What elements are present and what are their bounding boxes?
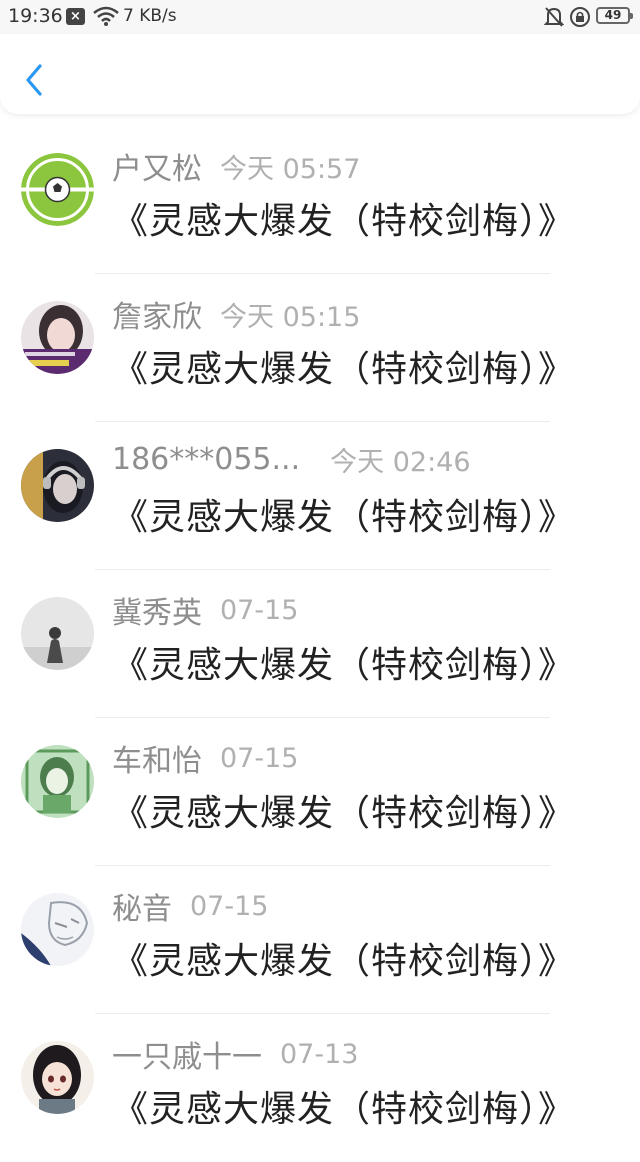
item-title: 《灵感大爆发（特校剑梅）》: [112, 793, 576, 834]
user-name: 秘音: [112, 892, 172, 927]
soccer-ball-avatar[interactable]: [21, 153, 94, 226]
green-anime-avatar[interactable]: [21, 745, 94, 818]
list-item[interactable]: 詹家欣 今天 05:15 《灵感大爆发（特校剑梅）》: [0, 274, 640, 422]
user-name: 冀秀英: [112, 596, 202, 631]
name-row: 秘音 07-15: [112, 884, 269, 928]
list-item[interactable]: 冀秀英 07-15 《灵感大爆发（特校剑梅）》: [0, 570, 640, 718]
user-name: 户又松: [112, 152, 202, 187]
header: [0, 34, 640, 114]
timestamp: 07-15: [220, 742, 299, 774]
notification-x-icon: ×: [66, 8, 85, 25]
battery-icon: 49: [596, 7, 633, 24]
item-title: 《灵感大爆发（特校剑梅）》: [112, 1089, 576, 1130]
timestamp: 07-13: [280, 1038, 359, 1070]
name-row: 詹家欣 今天 05:15: [112, 292, 361, 335]
girl-photo-avatar[interactable]: [21, 301, 94, 374]
anime-girl-avatar[interactable]: [21, 1041, 94, 1114]
timestamp: 07-15: [220, 594, 299, 626]
item-title: 《灵感大爆发（特校剑梅）》: [112, 497, 576, 538]
list-item[interactable]: 秘音 07-15 《灵感大爆发（特校剑梅）》: [0, 866, 640, 1014]
name-row: 车和怡 07-15: [112, 736, 299, 780]
user-name: 186***055...: [112, 442, 301, 477]
sketch-anime-avatar[interactable]: [21, 893, 94, 966]
list-item[interactable]: 186***055... 今天 02:46 《灵感大爆发（特校剑梅）》: [0, 422, 640, 570]
timestamp: 今天 05:57: [220, 153, 361, 185]
item-title: 《灵感大爆发（特校剑梅）》: [112, 349, 576, 390]
timestamp: 07-15: [190, 890, 269, 922]
headphones-girl-avatar[interactable]: [21, 449, 94, 522]
user-name: 车和怡: [112, 744, 202, 779]
status-bar: 19:36 × 7 KB/s 49: [0, 0, 640, 34]
name-row: 186***055... 今天 02:46: [112, 440, 471, 480]
item-title: 《灵感大爆发（特校剑梅）》: [112, 941, 576, 982]
item-title: 《灵感大爆发（特校剑梅）》: [112, 201, 576, 242]
chevron-left-icon: [26, 64, 42, 96]
name-row: 户又松 今天 05:57: [112, 144, 361, 187]
item-title: 《灵感大爆发（特校剑梅）》: [112, 645, 576, 686]
list-item[interactable]: 车和怡 07-15 《灵感大爆发（特校剑梅）》: [0, 718, 640, 866]
rotation-lock-icon: [569, 6, 591, 32]
grayscale-figure-avatar[interactable]: [21, 597, 94, 670]
wifi-icon: [93, 6, 119, 30]
user-name: 一只戚十一: [112, 1040, 262, 1075]
timestamp: 今天 02:46: [330, 447, 471, 478]
timestamp: 今天 05:15: [220, 301, 361, 333]
list-item[interactable]: 一只戚十一 07-13 《灵感大爆发（特校剑梅）》: [0, 1014, 640, 1162]
name-row: 冀秀英 07-15: [112, 588, 299, 632]
user-name: 詹家欣: [112, 300, 202, 335]
bell-muted-icon: [543, 6, 565, 32]
status-time: 19:36: [8, 5, 63, 27]
name-row: 一只戚十一 07-13: [112, 1032, 359, 1076]
list-item[interactable]: 户又松 今天 05:57 《灵感大爆发（特校剑梅）》: [0, 126, 640, 274]
history-list: 户又松 今天 05:57 《灵感大爆发（特校剑梅）》 詹家欣 今天 05:15 《灵…: [0, 126, 640, 1162]
network-speed: 7 KB/s: [123, 6, 177, 26]
back-button[interactable]: [18, 60, 52, 100]
